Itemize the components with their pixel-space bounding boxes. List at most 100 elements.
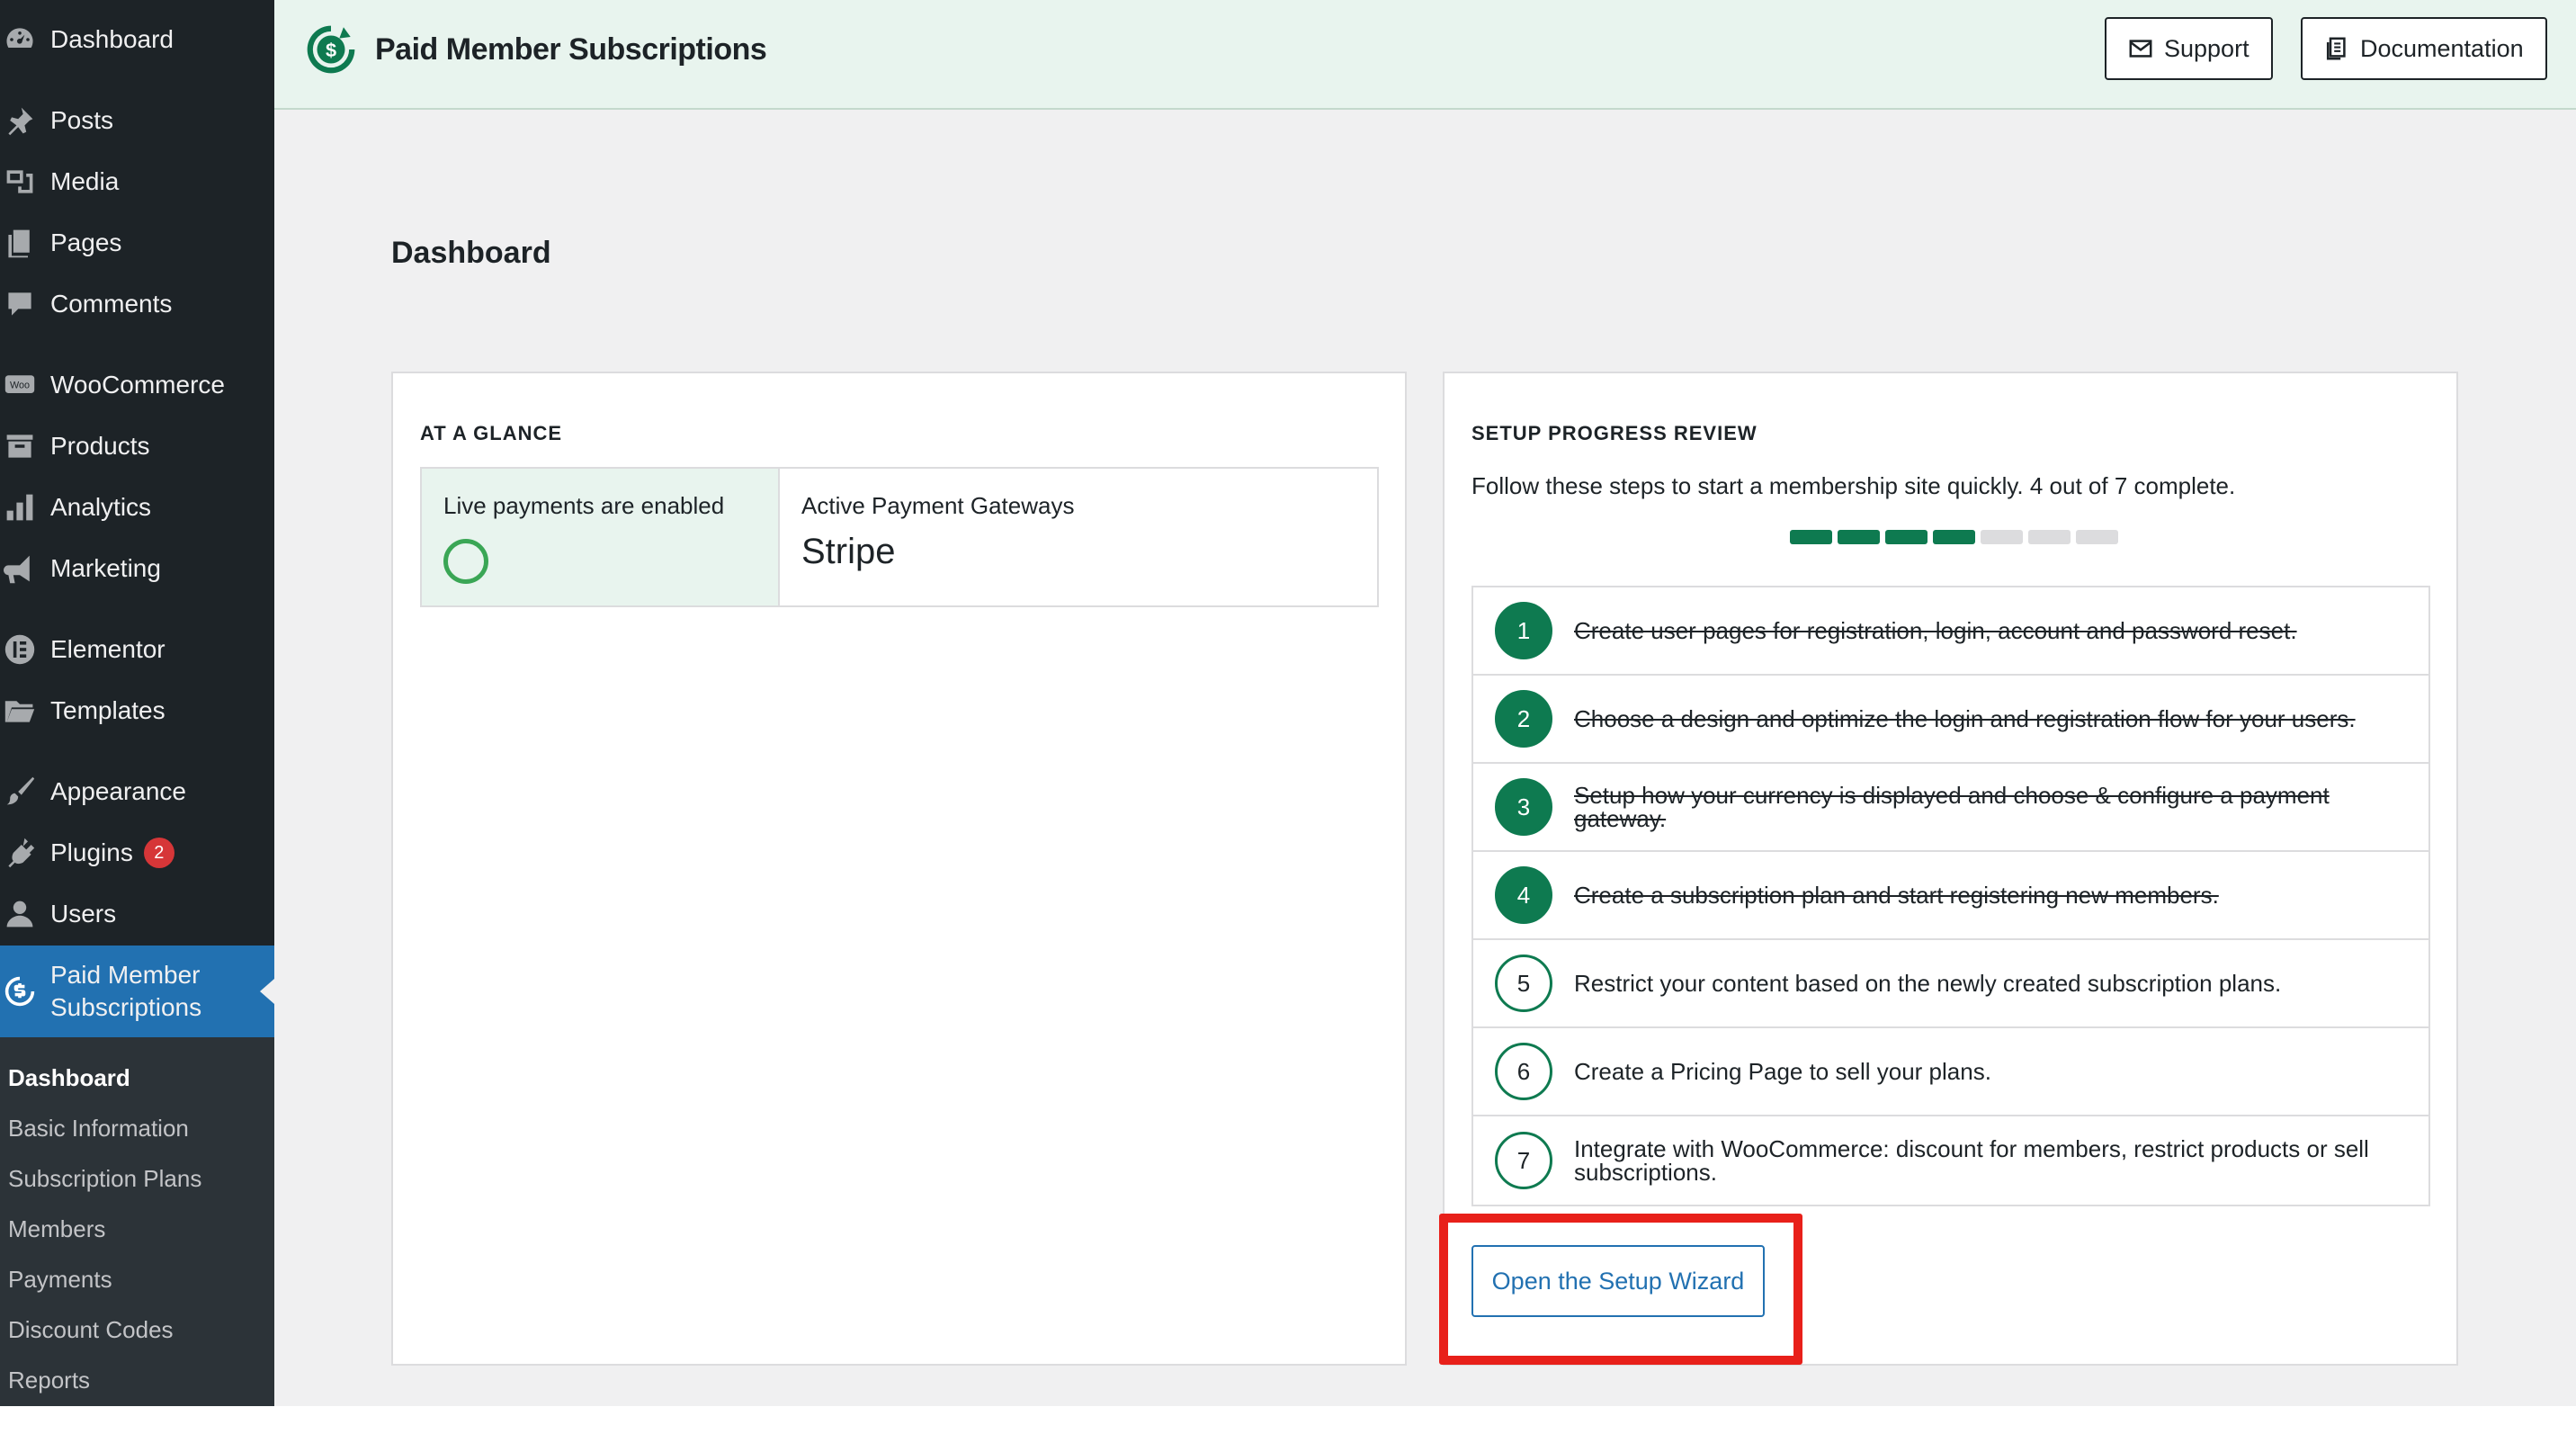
sidebar-item-label: Products [50,432,150,460]
setup-progress-heading: SETUP PROGRESS REVIEW [1471,422,1758,444]
sidebar-item-label: Appearance [50,777,187,805]
pms-logo-icon: $ [307,25,355,74]
open-setup-wizard-button[interactable]: Open the Setup Wizard [1471,1245,1765,1317]
step-number: 6 [1495,1043,1552,1100]
main-content: $ Paid Member Subscriptions Support Docu… [274,0,2576,1406]
sidebar-item-label-line2: Subscriptions [50,993,202,1021]
sidebar-item-templates[interactable]: Templates [0,684,274,738]
step-text: Restrict your content based on the newly… [1574,970,2282,997]
sidebar-item-media[interactable]: Media [0,155,274,209]
documentation-button-label: Documentation [2360,34,2524,62]
sidebar-item-dashboard[interactable]: Dashboard [0,13,274,67]
plugins-update-badge: 2 [143,838,174,868]
progress-segment [1933,530,1975,544]
sidebar-item-plugins[interactable]: Plugins 2 [0,826,274,880]
step-number: 4 [1495,866,1552,924]
sidebar-item-label: Templates [50,696,165,724]
setup-step[interactable]: 2 Choose a design and optimize the login … [1473,676,2428,764]
support-button[interactable]: Support [2105,17,2273,80]
submenu-item-discount-codes[interactable]: Discount Codes [8,1316,174,1344]
submenu-item-members[interactable]: Members [8,1215,105,1243]
sidebar-item-label: Pages [50,229,122,256]
sidebar-item-marketing[interactable]: Marketing [0,542,274,596]
megaphone-icon [2,551,38,587]
setup-progress-bar [1790,530,2118,544]
sidebar-item-label: Paid Member Subscriptions [50,959,201,1024]
at-a-glance-heading: AT A GLANCE [420,422,563,444]
setup-step[interactable]: 6 Create a Pricing Page to sell your plan… [1473,1028,2428,1116]
envelope-icon [2129,40,2152,58]
payment-gateways-label: Active Payment Gateways [801,492,1075,519]
submenu-item-subscription-plans[interactable]: Subscription Plans [8,1165,201,1193]
svg-text:Woo: Woo [10,381,30,391]
sidebar-item-label: Plugins [50,838,133,866]
sidebar-item-analytics[interactable]: Analytics [0,480,274,534]
at-a-glance-panel: AT A GLANCE Live payments are enabled Ac… [391,372,1407,1366]
sidebar-item-label: Elementor [50,635,165,663]
sidebar-item-label: Users [50,900,117,928]
page-title: Dashboard [391,236,551,270]
paintbrush-icon [2,774,38,810]
sidebar-item-woocommerce[interactable]: Woo WooCommerce [0,358,274,412]
admin-sidebar: Dashboard Posts Media Pages Comments Woo… [0,0,274,1406]
step-number: 1 [1495,602,1552,659]
setup-step[interactable]: 5 Restrict your content based on the newl… [1473,940,2428,1028]
setup-step[interactable]: 1 Create user pages for registration, log… [1473,587,2428,676]
progress-segment [1981,530,2023,544]
step-text: Create a subscription plan and start reg… [1574,882,2219,909]
setup-step[interactable]: 7 Integrate with WooCommerce: discount fo… [1473,1116,2428,1205]
step-number: 2 [1495,690,1552,748]
folder-icon [2,693,38,729]
sidebar-item-paid-member-subscriptions[interactable]: Paid Member Subscriptions [0,946,274,1037]
submenu-item-dashboard[interactable]: Dashboard [8,1064,130,1092]
pms-icon [2,973,38,1009]
sidebar-item-label: Marketing [50,554,161,582]
sidebar-item-label-line1: Paid Member [50,961,201,989]
comments-icon [2,286,38,322]
live-payments-label: Live payments are enabled [443,492,725,519]
live-payments-cell: Live payments are enabled [422,469,780,605]
step-number: 5 [1495,955,1552,1012]
step-number: 7 [1495,1132,1552,1189]
sidebar-item-elementor[interactable]: Elementor [0,623,274,677]
sidebar-item-label: WooCommerce [50,371,225,399]
at-a-glance-table: Live payments are enabled Active Payment… [420,467,1379,607]
setup-progress-intro: Follow these steps to start a membership… [1471,472,2236,499]
active-menu-arrow [260,979,274,1004]
documentation-button[interactable]: Documentation [2301,17,2547,80]
pages-icon [2,225,38,261]
plugin-icon [2,835,38,871]
step-number: 3 [1495,778,1552,836]
pin-icon [2,103,38,139]
sidebar-item-users[interactable]: Users [0,887,274,941]
sidebar-item-label: Media [50,167,120,195]
bar-chart-icon [2,489,38,525]
submenu-item-basic-information[interactable]: Basic Information [8,1115,189,1143]
progress-segment [1838,530,1880,544]
submenu-item-reports[interactable]: Reports [8,1367,90,1394]
svg-text:$: $ [326,39,336,61]
sidebar-item-label: Comments [50,290,173,318]
archive-icon [2,428,38,464]
submenu-item-payments[interactable]: Payments [8,1266,112,1294]
sidebar-item-products[interactable]: Products [0,419,274,473]
user-icon [2,896,38,932]
live-status-ring-icon [443,539,488,584]
sidebar-item-comments[interactable]: Comments [0,277,274,331]
sidebar-item-label: Posts [50,106,114,134]
document-icon [2326,37,2346,60]
woocommerce-icon: Woo [2,367,38,403]
progress-segment [1790,530,1832,544]
page-bottom [0,1406,2576,1443]
sidebar-item-posts[interactable]: Posts [0,94,274,148]
sidebar-item-appearance[interactable]: Appearance [0,765,274,819]
sidebar-item-label: Analytics [50,493,152,521]
sidebar-item-label: Dashboard [50,25,174,53]
progress-segment [2028,530,2071,544]
dashboard-icon [2,22,38,58]
media-icon [2,164,38,200]
plugin-title: Paid Member Subscriptions [375,32,767,67]
setup-step[interactable]: 4 Create a subscription plan and start re… [1473,852,2428,940]
setup-step[interactable]: 3 Setup how your currency is displayed an… [1473,764,2428,852]
sidebar-item-pages[interactable]: Pages [0,216,274,270]
